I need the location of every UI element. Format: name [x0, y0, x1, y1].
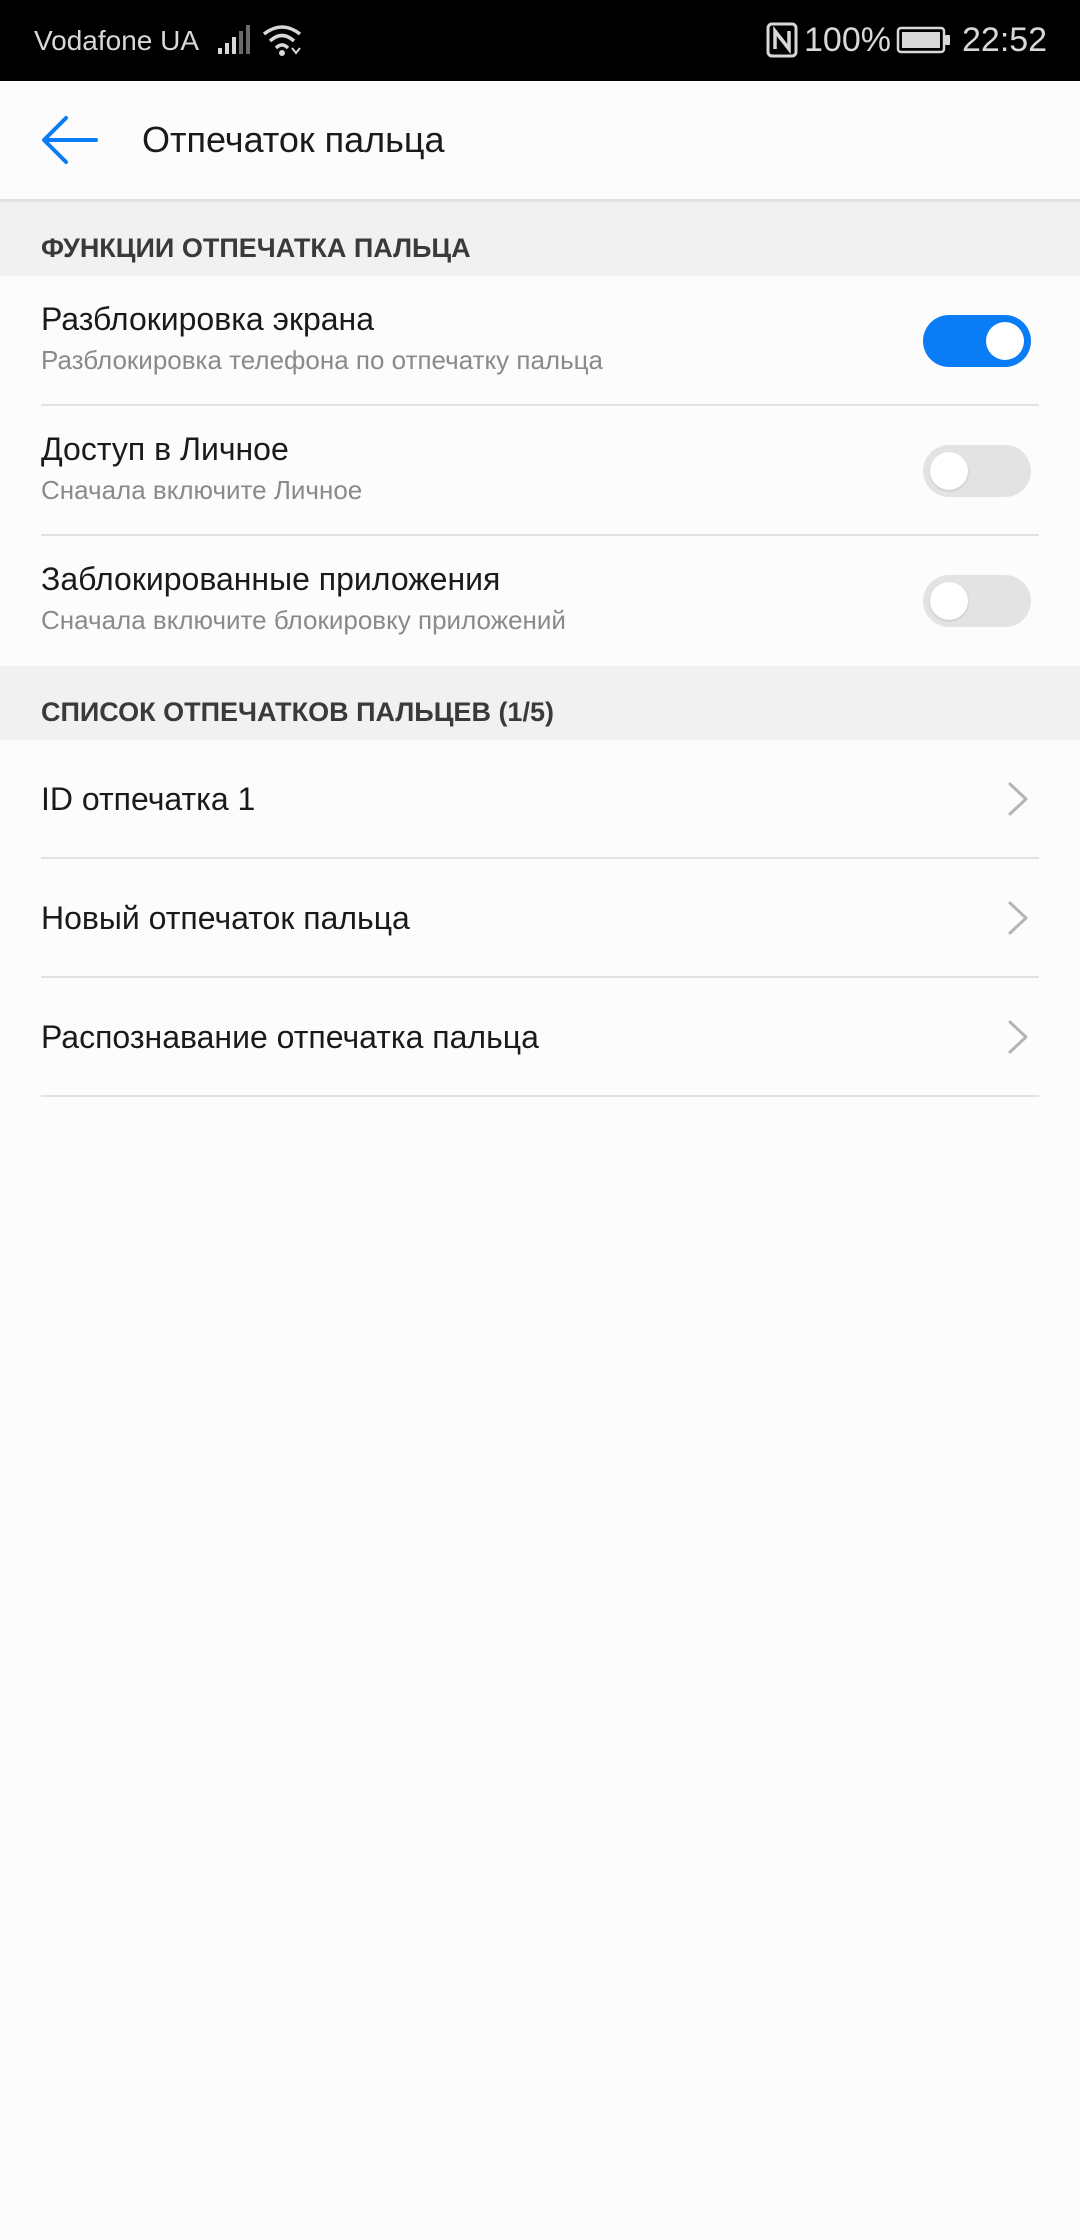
- list-item-fingerprint-id-1[interactable]: ID отпечатка 1: [0, 740, 1080, 859]
- arrow-left-icon: [42, 116, 98, 164]
- setting-title: Доступ в Личное: [41, 431, 289, 467]
- chevron-right-icon: [1008, 901, 1028, 935]
- setting-title: Разблокировка экрана: [41, 301, 374, 337]
- chevron-right-icon: [1008, 782, 1028, 816]
- battery-percent: 100%: [804, 21, 891, 59]
- toggle-knob: [986, 322, 1024, 360]
- setting-row-locked-apps[interactable]: Заблокированные приложения Сначала включ…: [0, 536, 1080, 666]
- screen-unlock-toggle[interactable]: [923, 315, 1031, 367]
- status-bar: Vodafone UA 100% 22:52: [0, 0, 1080, 81]
- signal-icon: [218, 25, 250, 54]
- wifi-icon: [262, 25, 302, 56]
- toggle-knob: [930, 582, 968, 620]
- setting-row-screen-unlock[interactable]: Разблокировка экрана Разблокировка телеф…: [0, 276, 1080, 406]
- list-item-label: Новый отпечаток пальца: [41, 900, 410, 936]
- list-item-fingerprint-recognition[interactable]: Распознавание отпечатка пальца: [0, 978, 1080, 1097]
- list-item-label: ID отпечатка 1: [41, 781, 256, 817]
- setting-title: Заблокированные приложения: [41, 561, 501, 597]
- setting-row-private-access[interactable]: Доступ в Личное Сначала включите Личное: [0, 406, 1080, 536]
- toggle-knob: [930, 452, 968, 490]
- back-button[interactable]: [34, 109, 106, 171]
- page-title: Отпечаток пальца: [142, 119, 445, 160]
- private-access-toggle[interactable]: [923, 445, 1031, 497]
- carrier-label: Vodafone UA: [34, 25, 200, 56]
- list-item-new-fingerprint[interactable]: Новый отпечаток пальца: [0, 859, 1080, 978]
- battery-icon: [896, 26, 950, 54]
- divider: [41, 1095, 1039, 1097]
- locked-apps-toggle[interactable]: [923, 575, 1031, 627]
- section-header-fingerprint-list: СПИСОК ОТПЕЧАТКОВ ПАЛЬЦЕВ (1/5): [0, 666, 1080, 740]
- nfc-icon: [766, 22, 798, 58]
- clock: 22:52: [962, 21, 1048, 59]
- setting-subtitle: Сначала включите Личное: [41, 475, 363, 505]
- setting-subtitle: Сначала включите блокировку приложений: [41, 605, 566, 635]
- app-bar: Отпечаток пальца: [0, 81, 1080, 202]
- section-header-functions: ФУНКЦИИ ОТПЕЧАТКА ПАЛЬЦА: [0, 202, 1080, 276]
- chevron-right-icon: [1008, 1020, 1028, 1054]
- setting-subtitle: Разблокировка телефона по отпечатку паль…: [41, 345, 603, 375]
- list-item-label: Распознавание отпечатка пальца: [41, 1019, 539, 1055]
